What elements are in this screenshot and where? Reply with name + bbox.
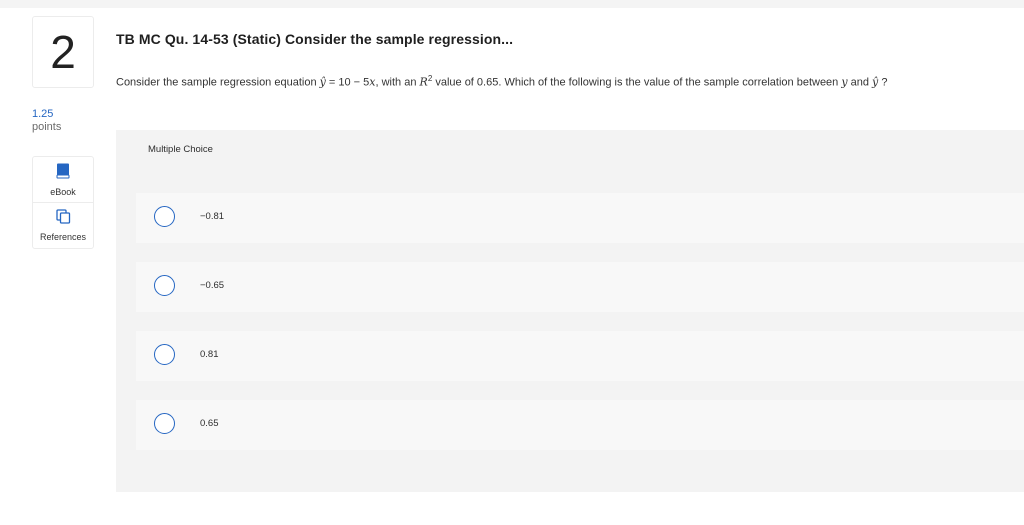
question-number: 2 [32,16,94,88]
copy-icon [55,209,71,229]
multiple-choice-panel: Multiple Choice −0.81 −0.65 0.81 0.65 [116,130,1024,492]
top-bar [0,0,1024,8]
answer-option-text: −0.81 [200,211,225,222]
points-label: points [32,121,62,133]
answer-option[interactable]: −0.65 [136,262,1024,312]
answer-option-text: 0.81 [200,349,219,360]
multiple-choice-label: Multiple Choice [148,144,213,155]
references-button[interactable]: References [33,202,93,248]
ebook-button[interactable]: eBook [33,157,93,202]
points-info: 1.25 points [32,108,61,134]
radio-button[interactable] [154,275,175,296]
points-value: 1.25 [32,108,54,120]
question-text: Consider the sample regression equation … [116,74,888,89]
radio-button[interactable] [154,206,175,227]
ebook-label: eBook [50,186,76,197]
answer-option-text: −0.65 [200,280,225,291]
answer-option[interactable]: 0.81 [136,331,1024,381]
tools-panel: eBook References [32,156,94,249]
radio-button[interactable] [154,344,175,365]
answer-option[interactable]: −0.81 [136,193,1024,243]
book-icon [56,163,70,184]
radio-button[interactable] [154,413,175,434]
question-title: TB MC Qu. 14-53 (Static) Consider the sa… [116,31,514,47]
references-label: References [39,232,87,242]
answer-option[interactable]: 0.65 [136,400,1024,450]
answer-option-text: 0.65 [200,418,219,429]
